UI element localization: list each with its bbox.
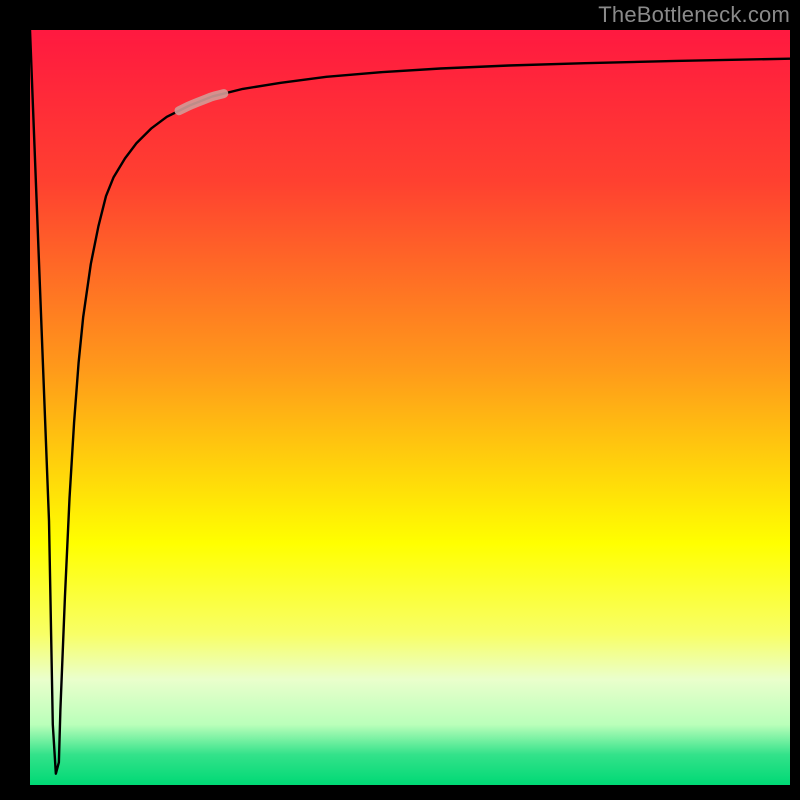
gradient-background	[30, 30, 790, 785]
chart-svg	[30, 30, 790, 785]
watermark-label: TheBottleneck.com	[598, 2, 790, 28]
chart-container: TheBottleneck.com	[0, 0, 800, 800]
plot-area	[30, 30, 790, 785]
